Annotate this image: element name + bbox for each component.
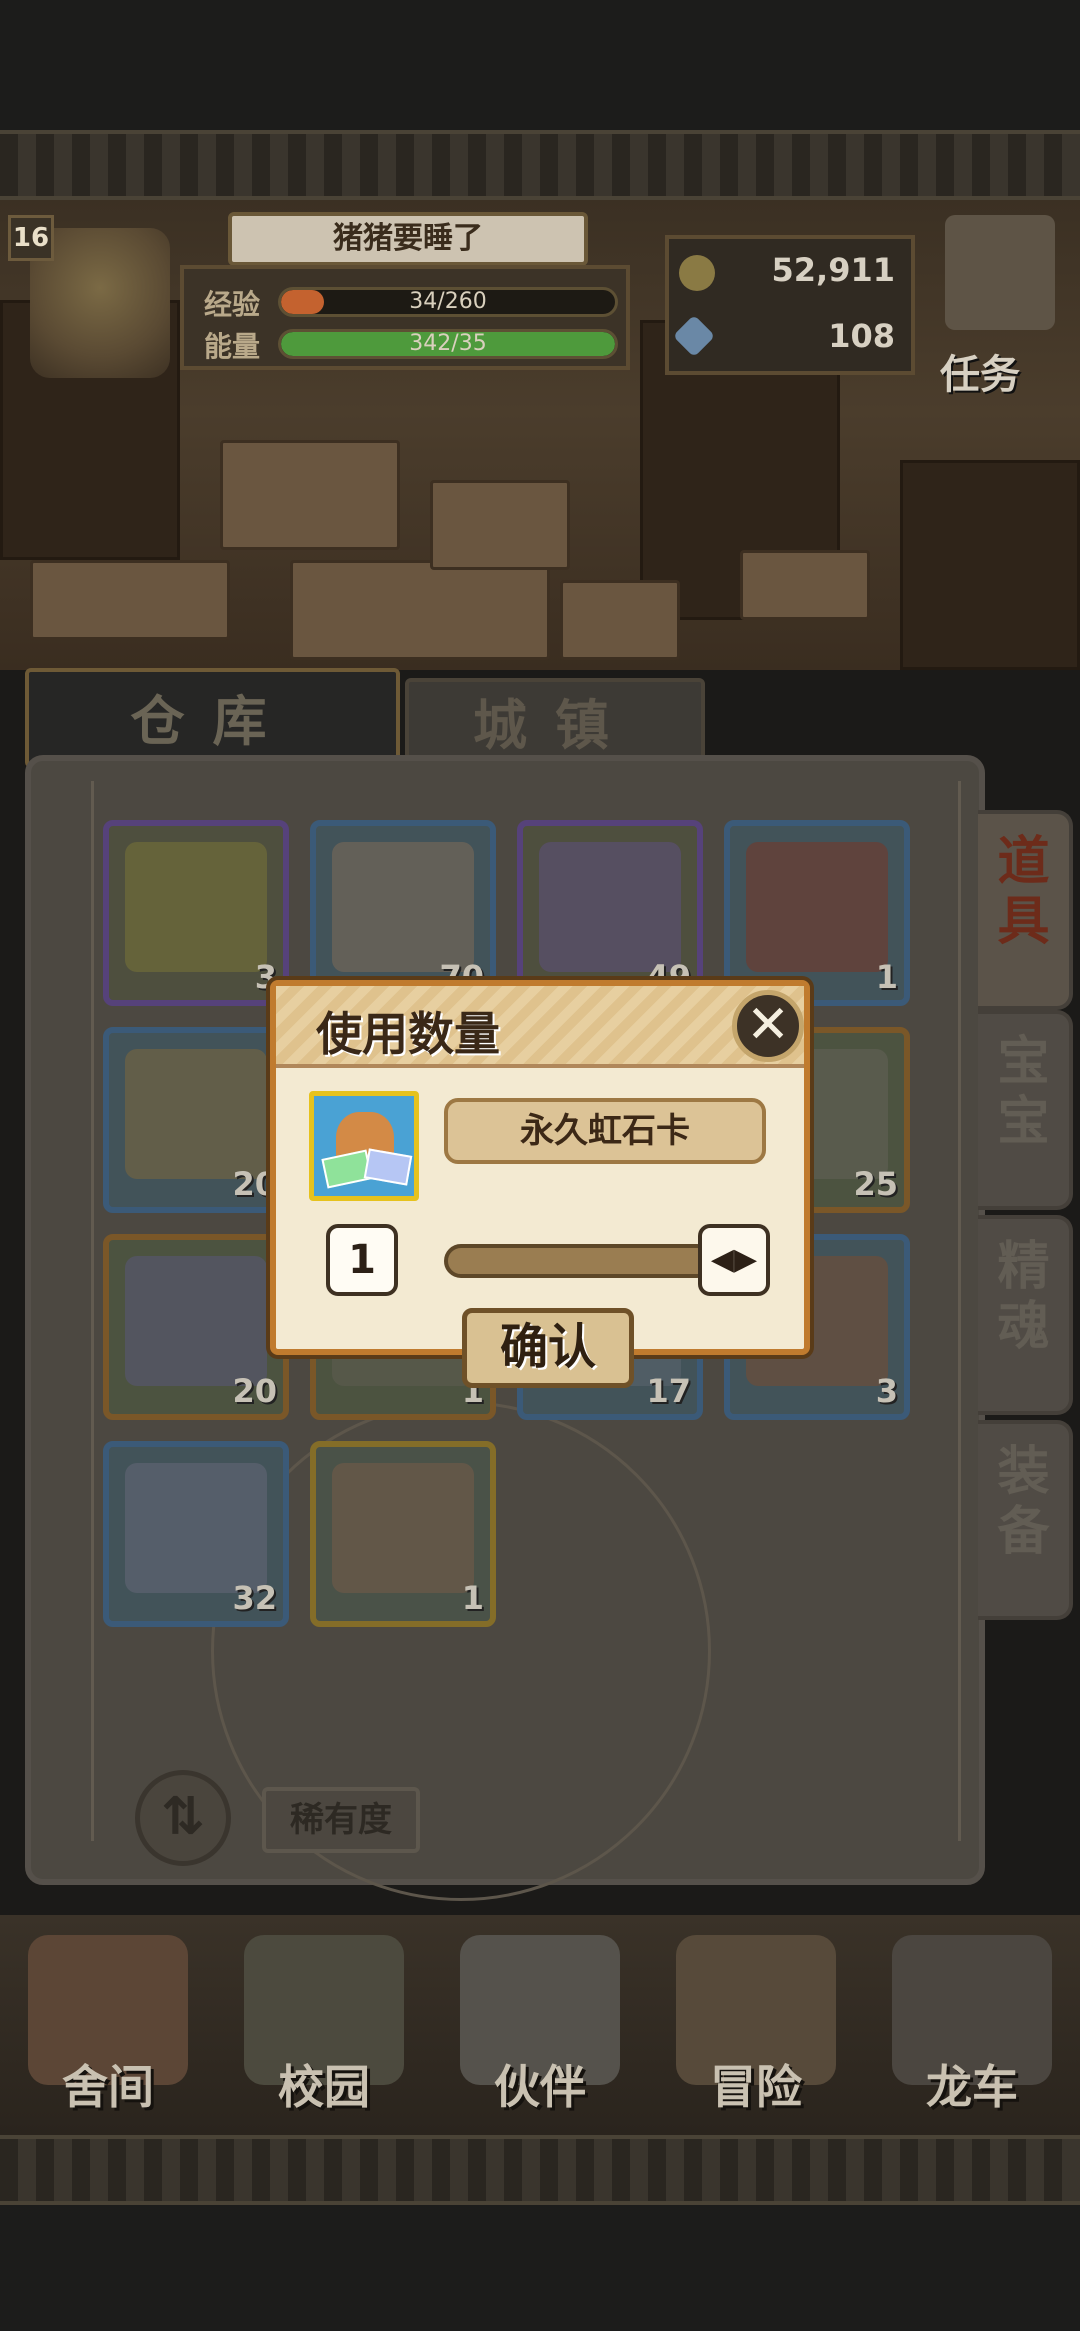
dialog-header: 使用数量: [276, 986, 804, 1068]
item-quantity: 17: [646, 1372, 691, 1410]
energy-bar: 342/35: [278, 329, 618, 359]
top-blank: [0, 0, 1080, 130]
item-quantity: 20: [232, 1372, 277, 1410]
item-icon: [332, 1463, 474, 1593]
exp-text: 34/260: [409, 289, 487, 314]
player-name: 猪猪要睡了: [228, 212, 588, 266]
crate: [740, 550, 870, 620]
item-icon: [332, 842, 474, 972]
item-icon: [746, 842, 888, 972]
inventory-item[interactable]: 20: [103, 1234, 289, 1420]
crate: [30, 560, 230, 640]
gem-icon: [672, 314, 716, 358]
tab-town[interactable]: 城镇: [405, 678, 705, 766]
nav-item-campus[interactable]: 校园: [216, 1915, 432, 2135]
nav-label: 舍间: [62, 2060, 154, 2114]
item-icon: [125, 1049, 267, 1179]
nav-item-dragon-cart[interactable]: 龙车: [864, 1915, 1080, 2135]
nav-item-home[interactable]: 舍间: [0, 1915, 216, 2135]
nav-item-partner[interactable]: 伙伴: [432, 1915, 648, 2135]
item-icon: [125, 842, 267, 972]
item-icon: [539, 842, 681, 972]
inventory-item[interactable]: 32: [103, 1441, 289, 1627]
gold-coin-icon: [679, 255, 715, 291]
energy-text: 342/35: [409, 331, 487, 356]
side-tab-spirits[interactable]: 精魂: [978, 1215, 1073, 1415]
top-ornament-strip: [0, 130, 1080, 200]
tab-warehouse[interactable]: 仓库: [25, 668, 400, 768]
currency-panel: 52,911 108: [665, 235, 915, 375]
exp-bar: 34/260: [278, 287, 618, 317]
item-quantity: 3: [875, 1372, 898, 1410]
nav-label: 冒险: [710, 2060, 802, 2114]
inventory-item[interactable]: 70: [310, 820, 496, 1006]
task-button[interactable]: 任务: [940, 342, 1020, 400]
inventory-item[interactable]: 49: [517, 820, 703, 1006]
task-scroll-icon[interactable]: [945, 215, 1055, 330]
nav-label: 伙伴: [494, 2060, 586, 2114]
bottom-blank: [0, 2205, 1080, 2331]
item-icon: [125, 1256, 267, 1386]
item-quantity: 1: [461, 1579, 484, 1617]
item-quantity: 32: [232, 1579, 277, 1617]
nav-label: 校园: [278, 2060, 370, 2114]
quantity-value[interactable]: 1: [326, 1224, 398, 1296]
bottom-nav: 舍间 校园 伙伴 冒险 龙车: [0, 1915, 1080, 2135]
crate: [430, 480, 570, 570]
crate: [220, 440, 400, 550]
item-icon: [125, 1463, 267, 1593]
gold-amount: 52,911: [771, 251, 895, 289]
player-level-badge: 16: [8, 215, 54, 261]
use-quantity-dialog: 使用数量 ✕ 永久虹石卡 1 ◀▶ 确认: [270, 980, 810, 1388]
quantity-slider-track[interactable]: [444, 1244, 714, 1278]
sort-arrows-icon[interactable]: ⇅: [135, 1770, 231, 1866]
inventory-item[interactable]: 1: [724, 820, 910, 1006]
inventory-item[interactable]: 1: [310, 1441, 496, 1627]
side-tab-label: 宝宝: [997, 1032, 1050, 1152]
quantity-slider-knob[interactable]: ◀▶: [698, 1224, 770, 1296]
nav-item-adventure[interactable]: 冒险: [648, 1915, 864, 2135]
side-tab-label: 装备: [997, 1442, 1050, 1562]
inventory-item[interactable]: 3: [103, 820, 289, 1006]
item-quantity: 1: [875, 958, 898, 996]
side-tab-equipment[interactable]: 装备: [978, 1420, 1073, 1620]
item-quantity: 25: [853, 1165, 898, 1203]
bottom-ornament-strip: [0, 2135, 1080, 2205]
side-tab-pets[interactable]: 宝宝: [978, 1010, 1073, 1210]
energy-label: 能量: [204, 330, 261, 363]
side-tab-label: 道具: [997, 832, 1050, 952]
exp-label: 经验: [204, 288, 261, 321]
card-shape: [363, 1148, 413, 1186]
crate: [560, 580, 680, 660]
rainbow-stone-card-icon: [309, 1091, 419, 1201]
shelf: [900, 460, 1080, 670]
gem-amount: 108: [828, 317, 895, 355]
confirm-button[interactable]: 确认: [462, 1308, 634, 1388]
crate: [290, 560, 550, 660]
side-tab-label: 精魂: [997, 1237, 1050, 1357]
side-tab-items[interactable]: 道具: [978, 810, 1073, 1010]
dialog-title: 使用数量: [316, 1007, 500, 1061]
nav-label: 龙车: [926, 2060, 1018, 2114]
close-icon[interactable]: ✕: [732, 990, 804, 1062]
rarity-sort-button[interactable]: 稀有度: [262, 1787, 420, 1853]
inventory-item[interactable]: 20: [103, 1027, 289, 1213]
dialog-item-name: 永久虹石卡: [444, 1098, 766, 1164]
stats-frame: 经验 34/260 能量 342/35: [180, 265, 630, 370]
